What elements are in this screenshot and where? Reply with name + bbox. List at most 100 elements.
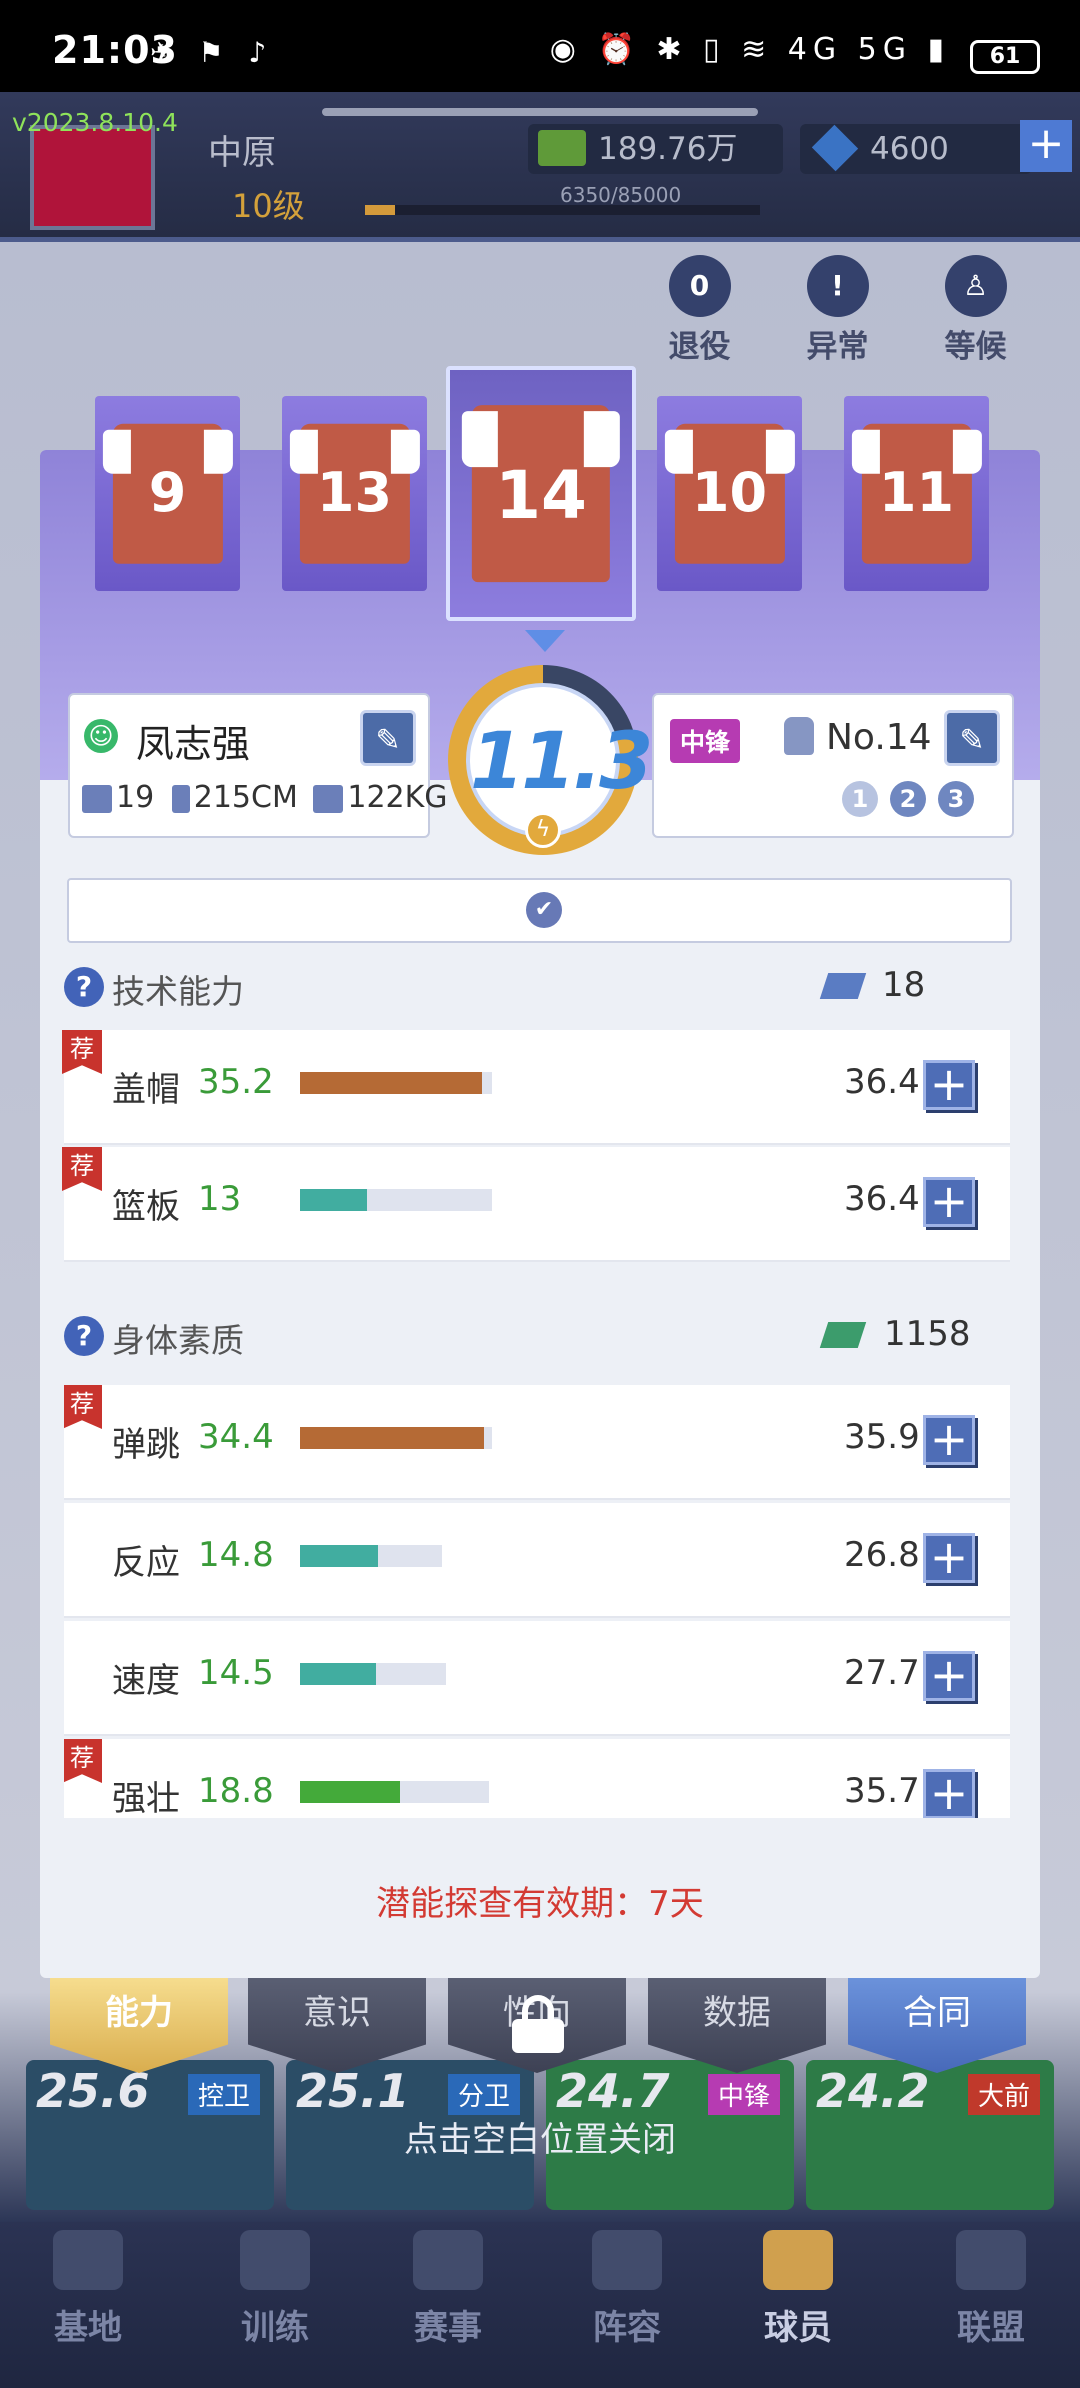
stat-row-speed: 速度 14.5 27.7 +	[64, 1621, 1010, 1736]
jersey-icon: 14	[461, 404, 621, 583]
player-info-box: ☺ 凤志强 ✎ 19 215CM 122KG	[68, 693, 448, 838]
stat-bar	[300, 1781, 489, 1803]
jersey-card[interactable]: 10	[657, 396, 802, 591]
jersey-card[interactable]: 9	[95, 396, 240, 591]
weight-icon	[313, 784, 344, 813]
stat-bar	[300, 1189, 492, 1211]
section-points: 18	[882, 965, 926, 1005]
tab-base[interactable]: 基地	[28, 2230, 148, 2349]
jersey-number-icon	[784, 717, 814, 755]
version-label: v2023.8.10.4	[12, 108, 178, 137]
gems-display[interactable]: 4600	[800, 124, 1032, 174]
tab-players[interactable]: 球员	[738, 2230, 858, 2349]
tab-union[interactable]: 联盟	[931, 2230, 1051, 2349]
upgrade-button[interactable]: +	[923, 1415, 975, 1465]
edit-name-button[interactable]: ✎	[360, 710, 416, 766]
chevron-down-icon: ✔	[526, 892, 562, 928]
edit-number-button[interactable]: ✎	[944, 710, 1000, 766]
stat-row-reaction: 反应 14.8 26.8 +	[64, 1503, 1010, 1618]
potential-expiry-note: 潜能探查有效期：7天	[376, 1884, 704, 1924]
selected-arrow-icon	[525, 630, 565, 652]
retire-icon: 0	[668, 255, 731, 317]
player-name: 凤志强	[136, 722, 251, 766]
gem-icon	[811, 124, 859, 172]
slot-1-button[interactable]: 1	[842, 781, 878, 817]
upgrade-button[interactable]: +	[923, 1060, 975, 1110]
physical-stat-list[interactable]: 荐 弹跳 34.4 35.9 + 反应 14.8 26.8 + 速度 14.5 …	[64, 1385, 1010, 1818]
player-weight: 122KG	[347, 780, 448, 815]
section-points: 1158	[884, 1314, 971, 1354]
stat-row-jump: 荐 弹跳 34.4 35.9 +	[64, 1385, 1010, 1500]
status-bar: 21:03 ✈ ⚑ ♪ ◉ ⏰ ✱ ▯ ≋ 4G 5G ▮ 61	[0, 0, 1080, 92]
jersey-icon: 10	[664, 423, 795, 564]
recommended-badge: 荐	[62, 1030, 102, 1074]
cash-icon	[538, 130, 586, 166]
stat-bar	[300, 1072, 492, 1094]
recommended-badge: 荐	[62, 1147, 102, 1191]
team-name: 中原	[208, 133, 276, 173]
cash-display[interactable]: 189.76万	[528, 124, 783, 174]
add-currency-button[interactable]: +	[1020, 120, 1072, 172]
upgrade-button[interactable]: +	[923, 1651, 975, 1701]
slot-2-button[interactable]: 2	[890, 781, 926, 817]
cash-amount: 189.76万	[598, 131, 738, 167]
waiting-button[interactable]: ♙ 等候	[938, 255, 1013, 366]
close-hint[interactable]: 点击空白位置关闭	[0, 2112, 1080, 2161]
player-icon	[763, 2230, 833, 2290]
expand-toggle[interactable]: ✔	[67, 878, 1012, 943]
tab-events[interactable]: 赛事	[388, 2230, 508, 2349]
help-icon[interactable]: ?	[64, 1316, 104, 1356]
jersey-icon: 11	[851, 423, 982, 564]
help-icon[interactable]: ?	[64, 967, 104, 1007]
jersey-number: No.14	[826, 717, 932, 758]
stat-row-rebound: 荐 篮板 13 36.4 +	[62, 1147, 1010, 1262]
overall-rating-ring: 11.3 ϟ	[448, 665, 653, 855]
player-age: 19	[116, 780, 155, 815]
system-icons: ◉ ⏰ ✱ ▯ ≋ 4G 5G ▮	[549, 32, 950, 67]
upgrade-button[interactable]: +	[923, 1533, 975, 1583]
header-divider	[322, 108, 758, 116]
stat-bar	[300, 1427, 492, 1449]
retire-button[interactable]: 0 退役	[662, 255, 737, 366]
jersey-card[interactable]: 13	[282, 396, 427, 591]
battery-icon: 61	[970, 40, 1040, 74]
height-icon	[171, 784, 190, 813]
ticket-icon	[819, 1322, 867, 1348]
team-logo-avatar[interactable]	[30, 125, 155, 230]
position-badge: 中锋	[670, 719, 741, 763]
stat-row-strength: 荐 强壮 18.8 35.7 +	[64, 1739, 1010, 1818]
gems-amount: 4600	[870, 131, 949, 167]
stat-row-block: 荐 盖帽 35.2 36.4 +	[62, 1030, 1010, 1145]
physical-section-header: ? 身体素质 1158	[64, 1312, 1014, 1362]
mood-icon: ☺	[84, 719, 118, 753]
jersey-card[interactable]: 11	[844, 396, 989, 591]
upgrade-button[interactable]: +	[923, 1769, 975, 1818]
warning-icon: !	[806, 255, 869, 317]
recommended-badge: 荐	[64, 1385, 102, 1429]
stat-bar	[300, 1663, 446, 1685]
section-title: 身体素质	[112, 1321, 244, 1360]
player-height: 215CM	[193, 780, 298, 815]
section-title: 技术能力	[112, 972, 244, 1011]
team-level: 10级	[232, 187, 305, 225]
technical-section-header: ? 技术能力 18	[64, 963, 1014, 1013]
tab-training[interactable]: 训练	[215, 2230, 335, 2349]
birthday-icon	[82, 784, 112, 813]
upgrade-button[interactable]: +	[923, 1177, 975, 1227]
xp-text: 6350/85000	[560, 183, 682, 207]
jersey-icon: 9	[102, 423, 233, 564]
jersey-card-selected[interactable]: 14	[446, 366, 636, 621]
slot-3-button[interactable]: 3	[938, 781, 974, 817]
recommended-badge: 荐	[64, 1739, 102, 1783]
bottom-tab-bar	[0, 2222, 1080, 2388]
union-icon	[956, 2230, 1026, 2290]
player-stats: 19 215CM 122KG	[82, 780, 448, 815]
abnormal-button[interactable]: ! 异常	[800, 255, 875, 366]
lightning-icon: ϟ	[525, 812, 561, 848]
jersey-icon: 13	[289, 423, 420, 564]
stat-bar	[300, 1545, 442, 1567]
team-icon	[592, 2230, 662, 2290]
notification-icons: ✈ ⚑ ♪	[150, 36, 275, 69]
tab-lineup[interactable]: 阵容	[567, 2230, 687, 2349]
stadium-icon	[53, 2230, 123, 2290]
